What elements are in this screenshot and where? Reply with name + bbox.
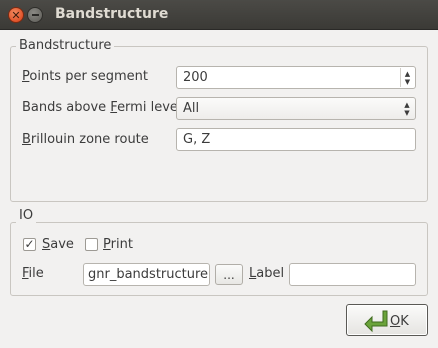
bandstructure-group-title: Bandstructure — [16, 38, 115, 53]
ok-button[interactable]: OK — [346, 304, 428, 336]
window-title: Bandstructure — [55, 6, 169, 22]
title-bar: ✕ Bandstructure — [0, 0, 438, 30]
file-value: gnr_bandstructure.n — [88, 267, 210, 282]
points-per-segment-label: Points per segment — [22, 69, 148, 84]
label-input[interactable] — [289, 263, 416, 286]
combo-up-icon: ▲ — [404, 100, 410, 109]
brillouin-route-label: Brillouin zone route — [22, 132, 149, 147]
minimize-icon — [31, 14, 39, 16]
ok-label: OK — [390, 314, 409, 329]
bands-above-fermi-label: Bands above Fermi level — [22, 100, 182, 115]
checkmark-icon: ✓ — [24, 237, 35, 251]
spin-up-icon[interactable]: ▲ — [405, 70, 410, 78]
print-label[interactable]: Print — [103, 237, 133, 253]
save-label[interactable]: Save — [42, 237, 74, 253]
bands-above-fermi-value: All — [183, 101, 200, 116]
browse-label: ... — [223, 267, 235, 282]
combo-down-icon: ▼ — [404, 108, 410, 117]
spin-arrows[interactable]: ▲ ▼ — [400, 68, 414, 87]
brillouin-route-input[interactable]: G, Z — [176, 128, 416, 151]
points-per-segment-value: 200 — [183, 70, 208, 85]
io-group-title: IO — [16, 208, 37, 223]
minimize-window-button[interactable] — [27, 7, 43, 23]
combo-arrows: ▲ ▼ — [400, 99, 414, 118]
bands-above-fermi-combobox[interactable]: All ▲ ▼ — [176, 97, 416, 120]
points-per-segment-spinbox[interactable]: 200 ▲ ▼ — [176, 66, 416, 89]
file-input[interactable]: gnr_bandstructure.n — [83, 263, 210, 286]
spin-down-icon[interactable]: ▼ — [405, 78, 410, 86]
browse-file-button[interactable]: ... — [215, 264, 243, 285]
print-checkbox[interactable] — [85, 238, 98, 251]
close-window-button[interactable]: ✕ — [8, 7, 24, 23]
file-label: File — [22, 266, 44, 281]
save-checkbox[interactable]: ✓ — [23, 238, 36, 251]
brillouin-route-value: G, Z — [183, 132, 211, 147]
label-label: Label — [249, 266, 285, 281]
back-arrow-icon — [364, 310, 388, 333]
close-icon: ✕ — [11, 8, 21, 22]
